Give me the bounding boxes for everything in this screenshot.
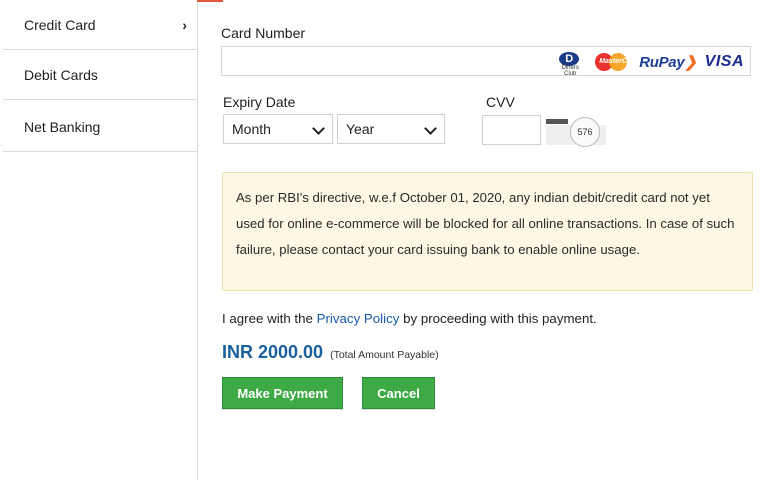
cvv-input[interactable] [482, 115, 541, 145]
make-payment-button[interactable]: Make Payment [222, 377, 343, 409]
tab-debit-cards[interactable]: Debit Cards [3, 50, 197, 100]
card-number-label: Card Number [221, 25, 306, 41]
rbi-directive-notice: As per RBI's directive, w.e.f October 01… [222, 172, 753, 291]
expiry-month-select[interactable]: Month [223, 114, 333, 144]
cancel-button[interactable]: Cancel [362, 377, 435, 409]
payment-method-sidebar: Credit Card › Debit Cards Net Banking [3, 0, 223, 480]
card-payment-form: Card Number D Diners Club MasterCard RuP… [197, 0, 776, 482]
payment-page: Credit Card › Debit Cards Net Banking Ca… [0, 0, 776, 482]
notice-text: As per RBI's directive, w.e.f October 01… [236, 190, 735, 257]
total-amount: INR 2000.00 (Total Amount Payable) [222, 342, 439, 363]
cvv-hint-card-icon: 576 [546, 115, 606, 147]
card-brand-logos: D Diners Club MasterCard RuPay❯ VISA [555, 51, 744, 77]
privacy-policy-link[interactable]: Privacy Policy [317, 311, 400, 326]
expiry-month-value: Month [232, 121, 271, 137]
expiry-date-label: Expiry Date [223, 94, 296, 110]
amount-value: INR 2000.00 [222, 342, 324, 362]
tab-debit-cards-label: Debit Cards [24, 66, 98, 83]
amount-note: (Total Amount Payable) [330, 349, 439, 361]
tab-credit-card[interactable]: Credit Card › [3, 0, 197, 50]
chevron-right-icon: › [182, 16, 187, 33]
card-number-input[interactable]: D Diners Club MasterCard RuPay❯ VISA [221, 46, 751, 77]
mastercard-logo: MasterCard [593, 52, 638, 72]
rupay-logo: RuPay❯ [639, 54, 697, 71]
tab-net-banking[interactable]: Net Banking [3, 102, 197, 152]
chevron-down-icon [424, 122, 437, 135]
privacy-agreement-text: I agree with the Privacy Policy by proce… [222, 311, 597, 326]
cvv-label: CVV [486, 94, 515, 110]
tab-net-banking-label: Net Banking [24, 118, 101, 135]
expiry-year-select[interactable]: Year [337, 114, 445, 144]
chevron-down-icon [312, 122, 325, 135]
cvv-hint-number: 576 [570, 117, 600, 147]
visa-logo: VISA [704, 53, 744, 70]
diners-club-logo: D Diners Club [555, 52, 585, 77]
expiry-year-value: Year [346, 121, 375, 137]
tab-credit-card-label: Credit Card [24, 16, 96, 33]
